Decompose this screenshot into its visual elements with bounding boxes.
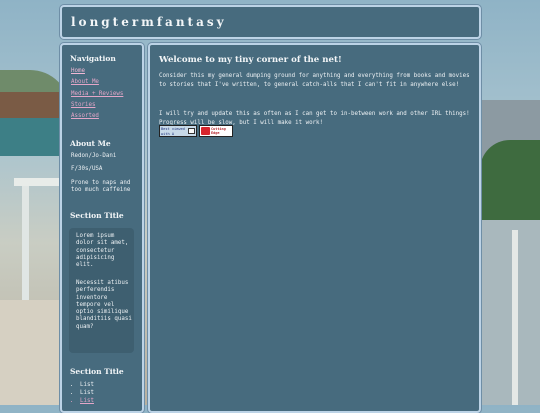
section-text-box: Lorem ipsum dolor sit amet, consectetur … [69,228,134,353]
nav-title: Navigation [70,54,116,63]
about-name: Redon/Jo-Dani [71,153,117,159]
nav-link-assorted[interactable]: Assorted [71,112,123,123]
nav-link-stories[interactable]: Stories [71,101,123,112]
about-note: Prone to naps and too much caffeine [71,180,131,193]
section-title: Section Title [70,211,124,220]
list-item: List [80,381,94,389]
section-title: Section Title [70,367,124,376]
best-viewed-badge[interactable]: Best viewed with A COMPUTER [159,125,197,137]
about-title: About Me [70,139,111,148]
section-list: List List List [70,381,94,406]
no-ai-icon [201,127,210,135]
intro-paragraph: Consider this my general dumping ground … [159,73,470,88]
no-ai-badge[interactable]: Cutting Edge DESIGN without AI [199,125,233,137]
nav-list: Home About Me Media + Reviews Stories As… [71,67,123,123]
computer-icon [188,128,195,134]
sidebar: Navigation Home About Me Media + Reviews… [60,43,144,413]
section-paragraph: Lorem ipsum dolor sit amet, consectetur … [76,233,129,269]
about-info: F/30s/USA [71,166,103,172]
badge-text: Cutting Edge DESIGN without AI [211,127,226,136]
section-paragraph: Necessit atibus perferendis inventore te… [76,280,132,330]
nav-link-home[interactable]: Home [71,67,123,78]
site-header: longtermfantasy [60,5,481,39]
list-item: List [80,389,94,397]
page-heading: Welcome to my tiny corner of the net! [159,55,342,65]
main-content: Welcome to my tiny corner of the net! Co… [148,43,481,413]
badge-text: Best viewed with A COMPUTER [161,127,185,136]
nav-link-about-me[interactable]: About Me [71,78,123,89]
site-title[interactable]: longtermfantasy [71,15,227,29]
nav-link-media-reviews[interactable]: Media + Reviews [71,90,123,101]
list-item-link[interactable]: List [80,397,94,405]
